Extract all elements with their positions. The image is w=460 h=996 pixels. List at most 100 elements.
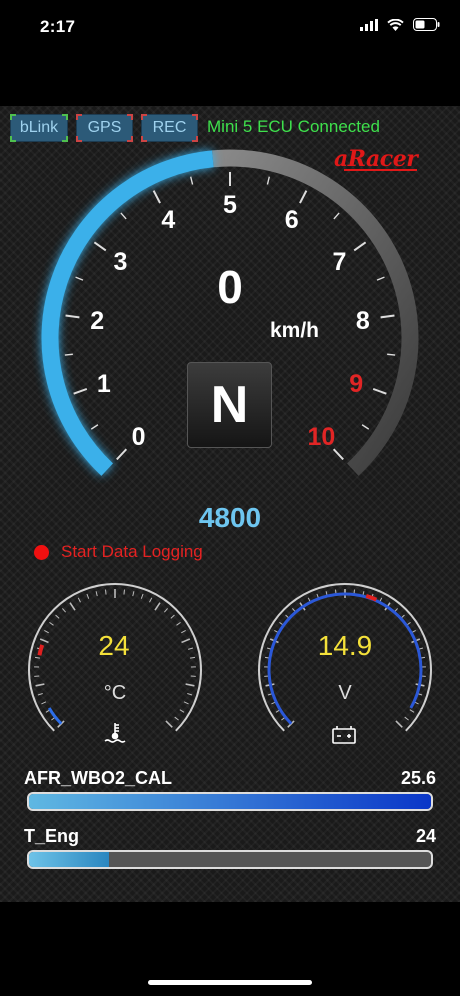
gauge-minor-tick: [187, 693, 193, 696]
voltage-value: 14.9: [317, 630, 373, 661]
tachometer-label: 8: [356, 307, 370, 335]
voltage-unit: V: [338, 682, 352, 704]
tachometer-minor-tick: [120, 212, 127, 220]
gauge-major-tick: [154, 602, 161, 611]
battery-icon: [332, 726, 356, 744]
gauge-major-tick: [35, 683, 45, 687]
speed-value: 0: [217, 261, 243, 313]
gauge-minor-tick: [170, 614, 175, 619]
gauge-minor-tick: [55, 614, 60, 619]
gear-indicator: N: [187, 362, 272, 448]
home-indicator[interactable]: [148, 980, 312, 985]
tachometer-label: 0: [132, 423, 146, 451]
tachometer-major-tick: [65, 314, 80, 319]
tachometer-major-tick: [116, 448, 128, 461]
gauge-minor-tick: [179, 709, 185, 713]
tachometer-minor-tick: [90, 424, 99, 430]
gauge-warning-marker: [365, 594, 378, 602]
afr-bar-label: AFR_WBO2_CAL: [24, 768, 173, 788]
tachometer-minor-tick: [64, 353, 73, 356]
eng-temp-bar-label: T_Eng: [24, 826, 80, 846]
tachometer-major-tick: [73, 388, 88, 395]
rpm-value: 4800: [198, 502, 262, 533]
tachometer-major-tick: [152, 190, 161, 204]
temperature-unit: °C: [103, 682, 127, 704]
gauge-minor-tick: [163, 608, 168, 613]
gauge-minor-tick: [123, 589, 126, 595]
gauge-minor-tick: [34, 656, 41, 659]
tachometer-major-tick: [372, 388, 387, 395]
gauge-minor-tick: [149, 597, 153, 603]
afr-bar: [27, 792, 433, 811]
gauge-minor-tick: [176, 621, 181, 626]
tachometer-major-tick: [353, 241, 367, 252]
small-gauges: [28, 583, 432, 744]
tachometer-minor-tick: [75, 276, 84, 281]
tachometer-minor-tick: [190, 176, 194, 185]
gauge-major-tick: [395, 720, 403, 728]
gear-value: N: [210, 376, 249, 434]
status-bar: 2:17: [0, 0, 460, 56]
tachometer-label: 3: [114, 248, 128, 276]
tachometer-label: 9: [349, 370, 363, 398]
tachometer-label: 4: [161, 206, 175, 234]
gauge-value-arc: [47, 707, 63, 725]
record-dot-icon: [34, 544, 49, 560]
gauge-minor-tick: [188, 647, 194, 650]
tachometer-minor-tick: [361, 424, 370, 430]
eng-temp-bar-value: 24: [415, 826, 436, 846]
dashboard-panel: bLink GPS REC Mini 5 ECU Connected aRace…: [0, 106, 460, 902]
gauge-minor-tick: [181, 629, 186, 634]
tachometer-label: 6: [285, 206, 299, 234]
afr-bar-fill: [29, 794, 431, 809]
gauge-minor-tick: [62, 608, 67, 613]
gauge-minor-tick: [409, 709, 415, 713]
gauge-minor-tick: [95, 591, 98, 597]
tachometer-gauge: 012345678910: [41, 149, 419, 476]
tachometer-label: 10: [307, 423, 335, 451]
tachometer-label: 2: [90, 307, 104, 335]
status-icons: [360, 18, 440, 31]
tachometer-minor-tick: [376, 276, 385, 281]
afr-bar-value: 25.6: [400, 768, 436, 788]
tachometer-minor-tick: [387, 353, 396, 356]
battery-status-icon: [413, 18, 440, 31]
eng-temp-bar: [27, 850, 433, 869]
gauge-minor-tick: [37, 693, 43, 696]
cellular-signal-icon: [360, 18, 378, 31]
eng-temp-bar-fill: [29, 852, 110, 867]
wifi-icon: [387, 18, 404, 31]
gauge-minor-tick: [183, 701, 189, 705]
gauge-minor-tick: [174, 716, 179, 721]
logging-label: Start Data Logging: [61, 542, 203, 561]
gauge-minor-tick: [104, 589, 107, 595]
gauge-warning-marker: [37, 644, 45, 656]
gauge-major-tick: [165, 720, 173, 728]
tachometer-minor-tick: [266, 176, 270, 185]
gauge-major-tick: [69, 602, 76, 611]
speed-unit: km/h: [270, 319, 320, 342]
gauge-minor-tick: [49, 621, 54, 626]
gauge-major-tick: [39, 638, 49, 644]
gauge-minor-tick: [77, 597, 81, 603]
temperature-value: 24: [98, 630, 130, 661]
status-time: 2:17: [40, 17, 76, 36]
gauge-major-tick: [185, 683, 195, 687]
tachometer-label: 1: [97, 370, 111, 398]
gauge-minor-tick: [140, 593, 144, 599]
gauge-major-tick: [181, 638, 191, 644]
tachometer-major-tick: [299, 190, 308, 204]
tachometer-label: 7: [333, 248, 347, 276]
gauge-minor-tick: [189, 656, 196, 659]
tachometer-minor-tick: [333, 212, 340, 220]
tachometer-major-tick: [380, 314, 395, 319]
tachometer-label: 5: [223, 191, 237, 219]
gauge-minor-tick: [41, 701, 47, 705]
coolant-temperature-icon: [104, 723, 126, 743]
start-data-logging-button[interactable]: Start Data Logging: [34, 542, 203, 562]
gauge-minor-tick: [86, 593, 90, 599]
gauge-minor-tick: [132, 591, 135, 597]
tachometer-major-tick: [93, 241, 107, 252]
gauge-minor-tick: [44, 629, 49, 634]
gauge-minor-tick: [404, 716, 409, 721]
